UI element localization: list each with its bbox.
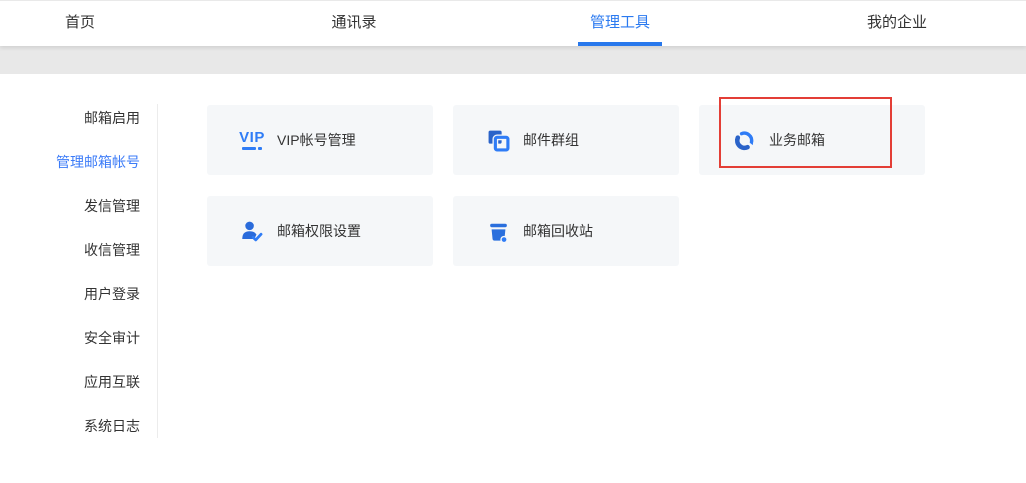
user-check-icon: [235, 220, 269, 243]
sidebar-item-manage-accounts[interactable]: 管理邮箱帐号: [0, 140, 140, 184]
sidebar-item-outgoing-mail[interactable]: 发信管理: [0, 184, 140, 228]
card-mailbox-recycle-bin[interactable]: 邮箱回收站: [453, 196, 679, 266]
business-mailbox-sync-icon: [727, 129, 761, 152]
sidebar-item-user-login[interactable]: 用户登录: [0, 272, 140, 316]
active-tab-underline: [578, 42, 662, 46]
vip-icon: VIP: [235, 130, 269, 150]
sidebar-item-app-interconnect[interactable]: 应用互联: [0, 360, 140, 404]
sidebar-item-security-audit[interactable]: 安全审计: [0, 316, 140, 360]
tab-my-company[interactable]: 我的企业: [867, 1, 927, 47]
card-label: 邮箱权限设置: [277, 221, 361, 241]
top-nav: 首页 通讯录 管理工具 我的企业: [0, 0, 1026, 46]
page-background-band: [0, 46, 1026, 74]
tool-card-grid: VIP VIP帐号管理 邮件群组: [207, 105, 927, 266]
tab-contacts[interactable]: 通讯录: [331, 1, 376, 47]
card-label: 邮件群组: [523, 130, 579, 150]
card-vip-account-management[interactable]: VIP VIP帐号管理: [207, 105, 433, 175]
tab-admin-tools[interactable]: 管理工具: [590, 1, 650, 47]
card-label: 业务邮箱: [769, 130, 825, 150]
mail-group-icon: [481, 129, 515, 152]
sidebar-item-mailbox-enable[interactable]: 邮箱启用: [0, 96, 140, 140]
card-label: VIP帐号管理: [277, 130, 356, 150]
card-mailbox-permissions[interactable]: 邮箱权限设置: [207, 196, 433, 266]
sidebar-divider: [157, 104, 158, 438]
tab-home[interactable]: 首页: [65, 1, 95, 47]
sidebar-item-incoming-mail[interactable]: 收信管理: [0, 228, 140, 272]
trash-bin-icon: [481, 220, 515, 243]
sidebar: 邮箱启用 管理邮箱帐号 发信管理 收信管理 用户登录 安全审计 应用互联 系统日…: [0, 96, 140, 448]
admin-console-page: 首页 通讯录 管理工具 我的企业 邮箱启用 管理邮箱帐号 发信管理 收信管理 用…: [0, 0, 1026, 483]
sidebar-item-system-log[interactable]: 系统日志: [0, 404, 140, 448]
card-business-mailbox[interactable]: 业务邮箱: [699, 105, 925, 175]
card-mail-group[interactable]: 邮件群组: [453, 105, 679, 175]
content-area: 邮箱启用 管理邮箱帐号 发信管理 收信管理 用户登录 安全审计 应用互联 系统日…: [0, 74, 1026, 483]
card-label: 邮箱回收站: [523, 221, 593, 241]
